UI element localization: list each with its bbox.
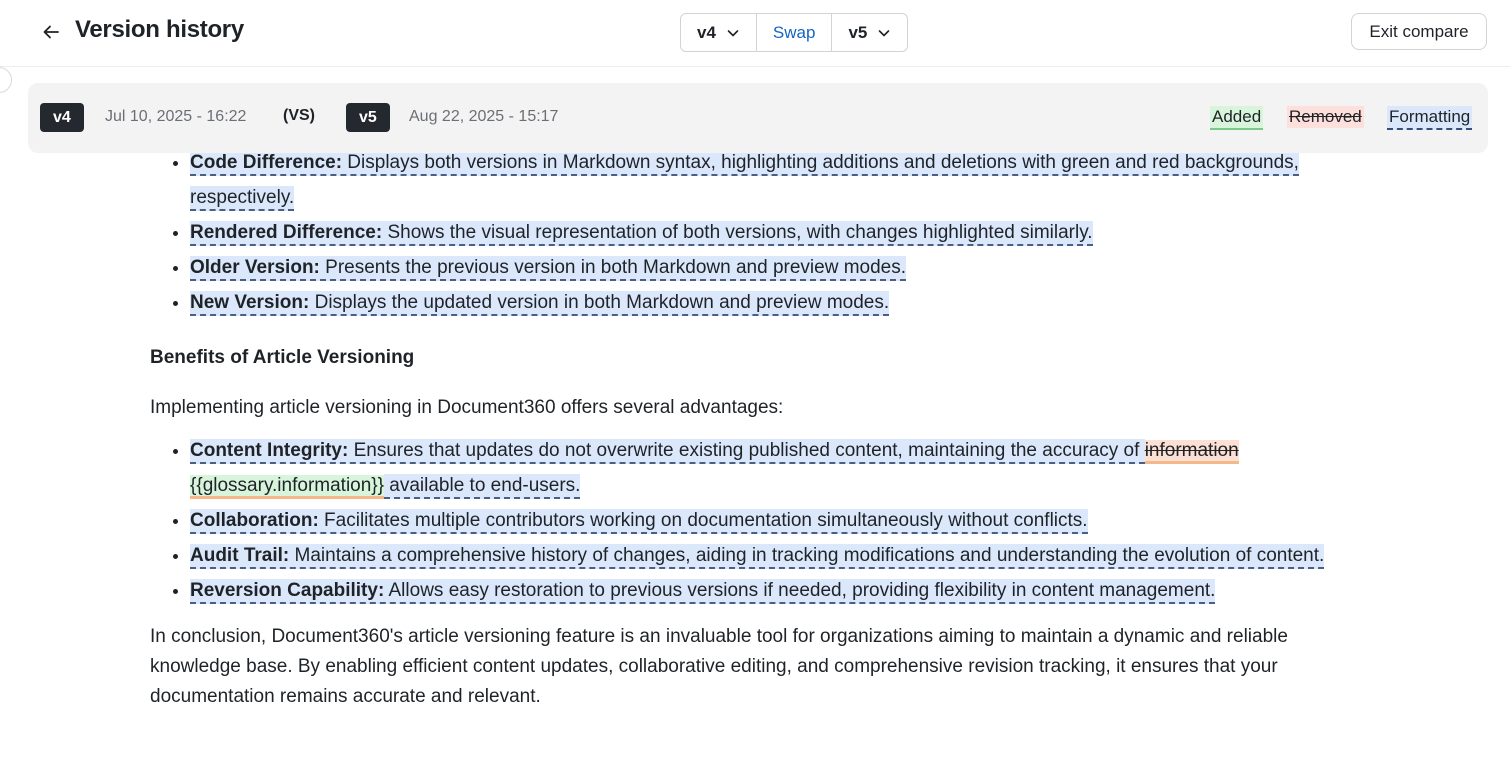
list-item-text: Maintains a comprehensive history of cha… (289, 545, 1325, 566)
left-version-date: Jul 10, 2025 - 16:22 (105, 108, 247, 125)
intro-paragraph: Implementing article versioning in Docum… (150, 397, 784, 418)
back-button[interactable] (38, 19, 64, 45)
list-item: Reversion Capability: Allows easy restor… (190, 573, 1380, 608)
list-item-text: Presents the previous version in both Ma… (319, 257, 907, 278)
section-heading: Benefits of Article Versioning (150, 347, 415, 368)
legend-added: Added (1210, 106, 1264, 130)
benefits-list: Content Integrity: Ensures that updates … (150, 433, 1380, 608)
left-version-label: v4 (697, 22, 716, 42)
list-item: Content Integrity: Ensures that updates … (190, 433, 1380, 503)
list-item-title: Collaboration: (190, 510, 319, 531)
list-item: Collaboration: Facilitates multiple cont… (190, 503, 1380, 538)
list-item-title: Reversion Capability: (190, 580, 385, 601)
legend-removed: Removed (1287, 106, 1364, 128)
exit-compare-button[interactable]: Exit compare (1351, 13, 1487, 50)
left-version-dropdown[interactable]: v4 (681, 14, 757, 51)
conclusion-paragraph: In conclusion, Document360's article ver… (150, 626, 1288, 707)
right-version-badge: v5 (346, 103, 390, 132)
compare-bar: v4 Jul 10, 2025 - 16:22 (VS) v5 Aug 22, … (28, 83, 1488, 153)
list-item-text: Displays the updated version in both Mar… (309, 292, 890, 313)
list-item-text: Ensures that updates do not overwrite ex… (348, 440, 1145, 461)
right-version-dropdown[interactable]: v5 (832, 14, 907, 51)
right-version-date: Aug 22, 2025 - 15:17 (409, 108, 559, 125)
list-item-text: available to end-users. (384, 474, 581, 499)
vs-label: (VS) (283, 107, 315, 124)
added-text: {{glossary.information}} (190, 475, 384, 499)
top-bar: Version history v4 Swap v5 Exit compare (0, 0, 1510, 67)
list-item-text: Displays both versions in Markdown synta… (190, 152, 1299, 208)
list-item-title: Content Integrity: (190, 440, 349, 461)
list-item-text: Facilitates multiple contributors workin… (318, 510, 1088, 531)
list-item: Older Version: Presents the previous ver… (190, 250, 1380, 285)
sidebar-toggle-handle[interactable] (0, 67, 12, 93)
list-item-title: Older Version: (190, 257, 320, 278)
list-item-text: Allows easy restoration to previous vers… (384, 580, 1216, 601)
list-item: Audit Trail: Maintains a comprehensive h… (190, 538, 1380, 573)
legend-formatting: Formatting (1387, 106, 1473, 130)
swap-button[interactable]: Swap (757, 14, 833, 51)
page-title: Version history (75, 16, 244, 43)
chevron-down-icon (877, 26, 891, 40)
list-item-title: New Version: (190, 292, 310, 313)
list-item: Code Difference: Displays both versions … (190, 145, 1380, 215)
swap-label: Swap (772, 22, 816, 42)
version-selector-group: v4 Swap v5 (680, 13, 909, 52)
list-item: New Version: Displays the updated versio… (190, 285, 1380, 320)
list-item-title: Rendered Difference: (190, 222, 383, 243)
list-item-title: Audit Trail: (190, 545, 290, 566)
chevron-down-icon (726, 26, 740, 40)
left-version-badge: v4 (40, 103, 84, 132)
removed-text: information (1144, 440, 1239, 464)
arrow-left-icon (43, 25, 59, 39)
list-item: Rendered Difference: Shows the visual re… (190, 215, 1380, 250)
view-modes-list: Code Difference: Displays both versions … (150, 145, 1380, 320)
diff-content: Code Difference: Displays both versions … (150, 145, 1380, 712)
list-item-text: Shows the visual representation of both … (382, 222, 1093, 243)
list-item-title: Code Difference: (190, 152, 343, 173)
right-version-label: v5 (848, 22, 868, 42)
